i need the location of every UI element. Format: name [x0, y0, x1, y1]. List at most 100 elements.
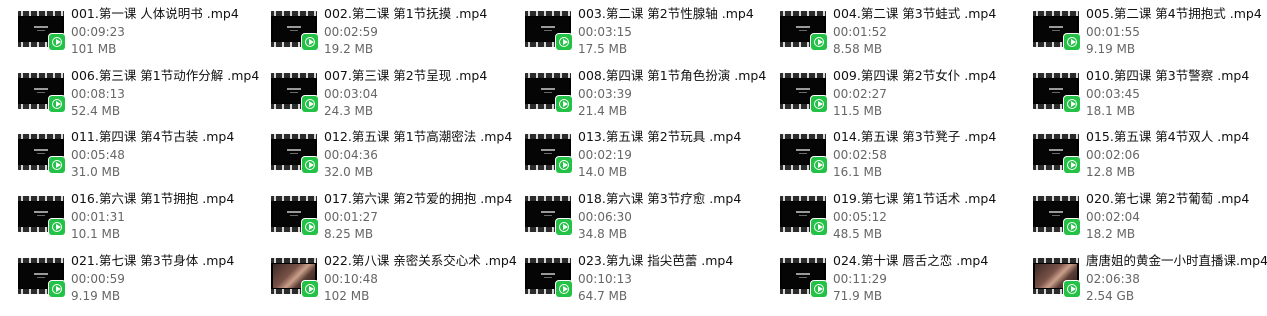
- file-name: 009.第四课 第2节女仆 .mp4: [833, 68, 997, 83]
- file-grid: 001.第一课 人体说明书 .mp4 00:09:23 101 MB 002.第二课 …: [0, 0, 1267, 316]
- file-duration: 00:11:29: [833, 272, 887, 286]
- file-size: 18.1 MB: [1086, 104, 1136, 118]
- file-size: 21.4 MB: [578, 104, 628, 118]
- file-item[interactable]: 唐唐姐的黄金一小时直播课.mp4 02:06:38 2.54 GB: [1033, 253, 1267, 309]
- file-size: 52.4 MB: [71, 104, 121, 118]
- file-item[interactable]: 005.第二课 第4节拥抱式 .mp4 00:01:55 9.19 MB: [1033, 6, 1267, 62]
- file-item[interactable]: 016.第六课 第1节拥抱 .mp4 00:01:31 10.1 MB: [18, 191, 258, 247]
- file-item[interactable]: 020.第七课 第2节葡萄 .mp4 00:02:04 18.2 MB: [1033, 191, 1267, 247]
- file-size: 12.8 MB: [1086, 165, 1136, 179]
- video-player-icon: [556, 219, 572, 235]
- file-size: 18.2 MB: [1086, 227, 1136, 241]
- file-name: 019.第七课 第1节话术 .mp4: [833, 191, 997, 206]
- file-name: 010.第四课 第3节警察 .mp4: [1086, 68, 1250, 83]
- file-name: 020.第七课 第2节葡萄 .mp4: [1086, 191, 1250, 206]
- file-item[interactable]: 009.第四课 第2节女仆 .mp4 00:02:27 11.5 MB: [780, 68, 1020, 124]
- video-player-icon: [1064, 281, 1080, 297]
- file-item[interactable]: 022.第八课 亲密关系交心术 .mp4 00:10:48 102 MB: [271, 253, 517, 309]
- video-player-icon: [556, 34, 572, 50]
- file-duration: 00:00:59: [71, 272, 125, 286]
- file-item[interactable]: 019.第七课 第1节话术 .mp4 00:05:12 48.5 MB: [780, 191, 1020, 247]
- file-item[interactable]: 012.第五课 第1节高潮密法 .mp4 00:04:36 32.0 MB: [271, 129, 513, 185]
- file-duration: 00:05:48: [71, 148, 125, 162]
- file-duration: 00:10:13: [578, 272, 632, 286]
- file-duration: 00:01:55: [1086, 25, 1140, 39]
- video-player-icon: [1064, 219, 1080, 235]
- file-size: 9.19 MB: [1086, 42, 1136, 56]
- video-player-icon: [1064, 96, 1080, 112]
- file-duration: 00:02:27: [833, 87, 887, 101]
- video-player-icon: [811, 157, 827, 173]
- file-item[interactable]: 013.第五课 第2节玩具 .mp4 00:02:19 14.0 MB: [525, 129, 765, 185]
- file-size: 17.5 MB: [578, 42, 628, 56]
- file-size: 32.0 MB: [324, 165, 374, 179]
- video-player-icon: [49, 219, 65, 235]
- file-item[interactable]: 011.第四课 第4节古装 .mp4 00:05:48 31.0 MB: [18, 129, 258, 185]
- video-player-icon: [556, 157, 572, 173]
- file-item[interactable]: 017.第六课 第2节爱的拥抱 .mp4 00:01:27 8.25 MB: [271, 191, 513, 247]
- file-item[interactable]: 018.第六课 第3节疗愈 .mp4 00:06:30 34.8 MB: [525, 191, 765, 247]
- file-size: 34.8 MB: [578, 227, 628, 241]
- file-name: 005.第二课 第4节拥抱式 .mp4: [1086, 6, 1262, 21]
- file-size: 64.7 MB: [578, 289, 628, 303]
- file-size: 71.9 MB: [833, 289, 883, 303]
- file-size: 16.1 MB: [833, 165, 883, 179]
- file-duration: 00:08:13: [71, 87, 125, 101]
- file-size: 2.54 GB: [1086, 289, 1135, 303]
- file-item[interactable]: 008.第四课 第1节角色扮演 .mp4 00:03:39 21.4 MB: [525, 68, 766, 124]
- file-item[interactable]: 003.第二课 第2节性腺轴 .mp4 00:03:15 17.5 MB: [525, 6, 765, 62]
- file-duration: 00:02:19: [578, 148, 632, 162]
- file-name: 012.第五课 第1节高潮密法 .mp4: [324, 129, 513, 144]
- file-name: 016.第六课 第1节拥抱 .mp4: [71, 191, 235, 206]
- file-name: 014.第五课 第3节凳子 .mp4: [833, 129, 997, 144]
- file-duration: 00:02:58: [833, 148, 887, 162]
- video-player-icon: [49, 96, 65, 112]
- file-name: 003.第二课 第2节性腺轴 .mp4: [578, 6, 754, 21]
- file-size: 31.0 MB: [71, 165, 121, 179]
- file-item[interactable]: 014.第五课 第3节凳子 .mp4 00:02:58 16.1 MB: [780, 129, 1020, 185]
- file-item[interactable]: 004.第二课 第3节蛙式 .mp4 00:01:52 8.58 MB: [780, 6, 1020, 62]
- file-item[interactable]: 023.第九课 指尖芭蕾 .mp4 00:10:13 64.7 MB: [525, 253, 765, 309]
- file-item[interactable]: 002.第二课 第1节抚摸 .mp4 00:02:59 19.2 MB: [271, 6, 511, 62]
- file-duration: 00:03:04: [324, 87, 378, 101]
- video-player-icon: [302, 281, 318, 297]
- file-name: 017.第六课 第2节爱的拥抱 .mp4: [324, 191, 513, 206]
- file-name: 018.第六课 第3节疗愈 .mp4: [578, 191, 742, 206]
- file-name: 001.第一课 人体说明书 .mp4: [71, 6, 239, 21]
- video-player-icon: [556, 96, 572, 112]
- file-size: 10.1 MB: [71, 227, 121, 241]
- file-size: 24.3 MB: [324, 104, 374, 118]
- file-name: 唐唐姐的黄金一小时直播课.mp4: [1086, 253, 1267, 268]
- file-size: 19.2 MB: [324, 42, 374, 56]
- file-size: 101 MB: [71, 42, 117, 56]
- file-name: 015.第五课 第4节双人 .mp4: [1086, 129, 1250, 144]
- file-name: 022.第八课 亲密关系交心术 .mp4: [324, 253, 517, 268]
- video-player-icon: [302, 96, 318, 112]
- file-item[interactable]: 001.第一课 人体说明书 .mp4 00:09:23 101 MB: [18, 6, 258, 62]
- video-player-icon: [811, 34, 827, 50]
- video-player-icon: [302, 219, 318, 235]
- file-duration: 00:03:39: [578, 87, 632, 101]
- file-size: 9.19 MB: [71, 289, 121, 303]
- file-size: 8.25 MB: [324, 227, 374, 241]
- video-player-icon: [49, 34, 65, 50]
- file-duration: 00:05:12: [833, 210, 887, 224]
- video-player-icon: [811, 219, 827, 235]
- file-size: 48.5 MB: [833, 227, 883, 241]
- file-item[interactable]: 015.第五课 第4节双人 .mp4 00:02:06 12.8 MB: [1033, 129, 1267, 185]
- file-item[interactable]: 010.第四课 第3节警察 .mp4 00:03:45 18.1 MB: [1033, 68, 1267, 124]
- video-player-icon: [302, 157, 318, 173]
- video-player-icon: [49, 281, 65, 297]
- file-name: 002.第二课 第1节抚摸 .mp4: [324, 6, 488, 21]
- video-player-icon: [556, 281, 572, 297]
- file-item[interactable]: 006.第三课 第1节动作分解 .mp4 00:08:13 52.4 MB: [18, 68, 259, 124]
- file-size: 14.0 MB: [578, 165, 628, 179]
- video-player-icon: [49, 157, 65, 173]
- file-item[interactable]: 021.第七课 第3节身体 .mp4 00:00:59 9.19 MB: [18, 253, 258, 309]
- file-name: 013.第五课 第2节玩具 .mp4: [578, 129, 742, 144]
- file-item[interactable]: 007.第三课 第2节呈现 .mp4 00:03:04 24.3 MB: [271, 68, 511, 124]
- file-item[interactable]: 024.第十课 唇舌之恋 .mp4 00:11:29 71.9 MB: [780, 253, 1020, 309]
- file-duration: 00:02:04: [1086, 210, 1140, 224]
- file-size: 8.58 MB: [833, 42, 883, 56]
- file-name: 023.第九课 指尖芭蕾 .mp4: [578, 253, 734, 268]
